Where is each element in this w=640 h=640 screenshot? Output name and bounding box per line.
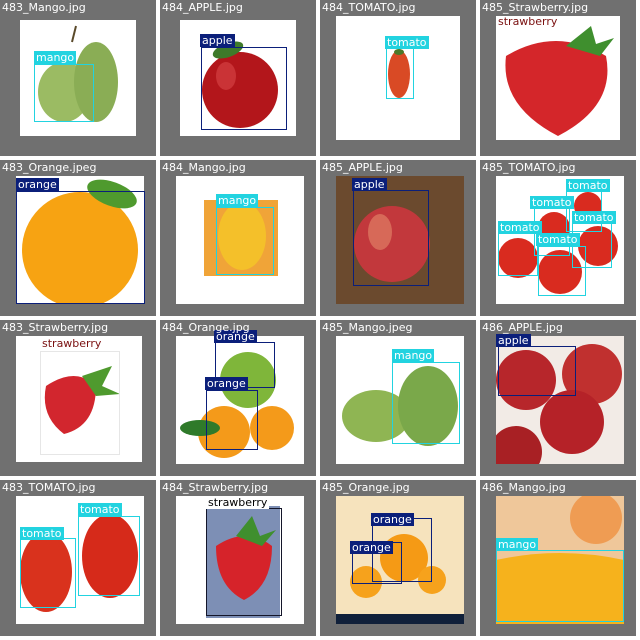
file-name: 484_Mango.jpg	[162, 161, 246, 174]
grid-tile[interactable]: 484_APPLE.jpg apple	[160, 0, 316, 156]
file-name: 486_APPLE.jpg	[482, 321, 563, 334]
class-label: apple	[352, 178, 387, 191]
detection-box	[20, 538, 76, 608]
detection-box	[34, 64, 94, 122]
detection-box	[40, 351, 120, 455]
file-name: 484_Strawberry.jpg	[162, 481, 269, 494]
class-label: tomato	[572, 211, 616, 224]
grid-tile[interactable]: 485_Mango.jpeg mango	[320, 320, 476, 476]
class-label: strawberry	[206, 496, 270, 509]
file-name: 484_APPLE.jpg	[162, 1, 243, 14]
grid-tile[interactable]: 485_Strawberry.jpg strawberry	[480, 0, 636, 156]
grid-tile[interactable]: 483_Mango.jpg mango	[0, 0, 156, 156]
grid-tile[interactable]: 486_Mango.jpg mango	[480, 480, 636, 636]
grid-tile[interactable]: 484_Mango.jpg mango	[160, 160, 316, 316]
class-label: tomato	[498, 221, 542, 234]
class-label: apple	[496, 334, 531, 347]
image-grid: 483_Mango.jpg mango 484_APPLE.jpg apple …	[0, 0, 640, 640]
grid-tile[interactable]: 483_TOMATO.jpg tomato tomato	[0, 480, 156, 636]
file-name: 484_Orange.jpg	[162, 321, 250, 334]
class-label: strawberry	[42, 337, 102, 350]
class-label: mango	[496, 538, 539, 551]
grid-tile[interactable]: 484_Strawberry.jpg strawberry	[160, 480, 316, 636]
class-label: tomato	[530, 196, 574, 209]
class-label: strawberry	[498, 15, 558, 28]
file-name: 485_Strawberry.jpg	[482, 1, 589, 14]
class-label: mango	[216, 194, 259, 207]
detection-box	[78, 516, 140, 596]
file-name: 484_TOMATO.jpg	[322, 1, 416, 14]
class-label: mango	[34, 51, 77, 64]
detection-box	[538, 246, 586, 296]
file-name: 483_Strawberry.jpg	[2, 321, 109, 334]
class-label: orange	[205, 377, 248, 390]
detection-box	[392, 362, 460, 444]
file-name: 483_Mango.jpg	[2, 1, 86, 14]
class-label: tomato	[20, 527, 64, 540]
grid-tile[interactable]: 485_TOMATO.jpg tomato tomato tomato toma…	[480, 160, 636, 316]
class-label: orange	[350, 541, 393, 554]
grid-tile[interactable]: 485_Orange.jpg orange orange	[320, 480, 476, 636]
detection-box	[498, 346, 576, 396]
detection-box	[206, 508, 282, 616]
class-label: tomato	[78, 503, 122, 516]
class-label: apple	[200, 34, 235, 47]
grid-tile[interactable]: 486_APPLE.jpg apple	[480, 320, 636, 476]
class-label: mango	[392, 349, 435, 362]
grid-tile[interactable]: 485_APPLE.jpg apple	[320, 160, 476, 316]
file-name: 483_TOMATO.jpg	[2, 481, 96, 494]
file-name: 485_TOMATO.jpg	[482, 161, 576, 174]
detection-box	[496, 16, 620, 140]
detection-box	[201, 47, 287, 130]
file-name: 485_Mango.jpeg	[322, 321, 413, 334]
detection-box	[206, 390, 258, 450]
detection-box	[496, 550, 624, 622]
file-name: 485_Orange.jpg	[322, 481, 410, 494]
detection-box	[216, 207, 274, 275]
class-label: orange	[371, 513, 414, 526]
class-label: tomato	[385, 36, 429, 49]
grid-tile[interactable]: 483_Orange.jpeg orange	[0, 160, 156, 316]
grid-tile[interactable]: 483_Strawberry.jpg strawberry	[0, 320, 156, 476]
file-name: 483_Orange.jpeg	[2, 161, 97, 174]
class-label: tomato	[566, 179, 610, 192]
detection-box	[386, 48, 414, 99]
class-label: tomato	[536, 233, 580, 246]
class-label: orange	[16, 178, 59, 191]
file-name: 485_APPLE.jpg	[322, 161, 403, 174]
detection-box	[353, 190, 429, 286]
grid-tile[interactable]: 484_TOMATO.jpg tomato	[320, 0, 476, 156]
grid-tile[interactable]: 484_Orange.jpg orange orange	[160, 320, 316, 476]
file-name: 486_Mango.jpg	[482, 481, 566, 494]
detection-box	[16, 191, 145, 304]
